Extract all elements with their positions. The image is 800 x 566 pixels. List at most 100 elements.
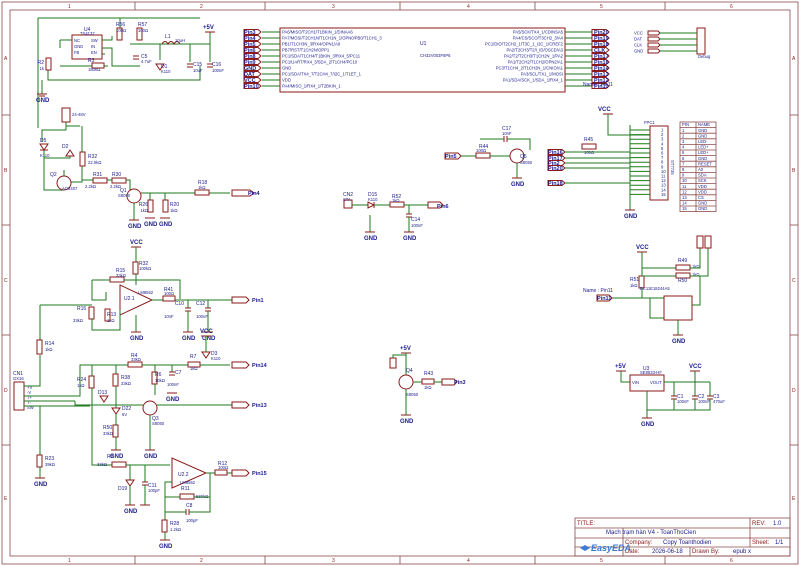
reg-5v-label: +5V	[615, 364, 626, 370]
q5-stage-block: C17 10nF R44 100Ω Q5 S8050 Pin5 GND	[444, 126, 533, 188]
r31-ref: R31	[93, 172, 102, 178]
q3-transistor[interactable]	[142, 400, 158, 416]
h1-label: Debug	[698, 54, 711, 59]
l1-ref: L1	[165, 34, 171, 40]
debug-net-port[interactable]	[647, 48, 661, 54]
u4-pin-in: IN	[91, 44, 95, 49]
mcu-block: U1 CH32V003F6P6 PA6/MISO/T2CH1/T1BKIN_1/…	[243, 27, 613, 93]
pin6-net-label: Pin6	[437, 204, 449, 210]
gnd-symbol-r28: GND	[159, 539, 173, 550]
r4-val: 33kΩ	[131, 357, 141, 362]
r4-resistor[interactable]	[127, 361, 143, 368]
d5-ref: D5	[40, 138, 47, 144]
h1-connector[interactable]	[696, 27, 706, 55]
svg-text:GND: GND	[159, 222, 173, 228]
r16-val: 33kΩ	[73, 318, 83, 323]
r30-resistor[interactable]	[111, 177, 127, 184]
r44-resistor[interactable]	[475, 152, 491, 159]
lcd-table-cell-name: GND	[698, 156, 707, 161]
r57-val: 100Ω	[138, 28, 148, 33]
pin11-net-label: Pin11	[597, 296, 611, 302]
c8-ref: C8	[186, 503, 193, 509]
debug-net-label: DAT	[634, 37, 643, 42]
r41-val: 100Ω	[164, 291, 174, 296]
debug-net-port[interactable]	[647, 42, 661, 48]
r12-resistor[interactable]	[214, 469, 228, 476]
d5-diode[interactable]	[39, 143, 49, 151]
lcd-table-cell-pin: 15	[682, 206, 687, 211]
lcd-table-cell-name: GND	[698, 201, 707, 206]
pin1-net-port[interactable]	[231, 296, 250, 304]
r14-resistor[interactable]	[36, 339, 43, 355]
r32b-resistor[interactable]	[132, 261, 139, 275]
pin13-net-port[interactable]	[231, 401, 250, 409]
r45-resistor[interactable]	[581, 143, 597, 150]
pin15-net-port[interactable]	[231, 469, 250, 477]
r50-val: 33kΩ	[103, 431, 113, 436]
gnd-symbol-q5: GND	[511, 177, 525, 188]
cn1-connector[interactable]	[13, 381, 25, 411]
r11-resistor[interactable]	[179, 493, 195, 500]
lcd-table-cell-pin: 2	[682, 133, 685, 138]
col-label-4-bottom: 4	[467, 558, 470, 564]
encoder-pin-a[interactable]	[696, 235, 704, 249]
debug-net-port[interactable]	[647, 30, 661, 36]
r41-resistor[interactable]	[162, 295, 176, 302]
gnd-symbol-r26: GND	[144, 217, 158, 228]
q4-diode[interactable]	[389, 357, 397, 369]
gnd-symbol-d19: GND	[124, 504, 138, 515]
d22-zener[interactable]	[111, 407, 121, 415]
encoder-pin-b[interactable]	[704, 235, 712, 249]
lcd-table-cell-name: SCK	[698, 178, 707, 183]
rev-value: 1.0	[773, 521, 782, 527]
svg-text:GND: GND	[511, 182, 525, 188]
encoder-vcc-label: VCC	[636, 245, 649, 251]
col-label-2: 2	[200, 4, 203, 10]
pin14-net-port[interactable]	[231, 361, 250, 369]
svg-text:GND: GND	[36, 98, 50, 104]
r43-resistor[interactable]	[421, 378, 435, 385]
r8-resistor[interactable]	[111, 461, 127, 468]
d13-diode[interactable]	[99, 395, 109, 403]
r2-val: 1k	[40, 66, 45, 71]
r51-val: 1kΩ	[630, 283, 638, 288]
lcd-table-cell-name: VDD	[698, 184, 707, 189]
encoder-body[interactable]	[663, 295, 693, 321]
drawn-label: Drawn By:	[692, 549, 720, 555]
r43-ref: R43	[424, 371, 433, 377]
debug-net-port[interactable]	[647, 36, 661, 42]
d15-diode[interactable]	[367, 201, 376, 209]
svg-text:GND: GND	[182, 336, 196, 342]
lcd-net-label: Pin20	[548, 166, 563, 172]
r43-val: 1kΩ	[424, 385, 432, 390]
r2-resistor[interactable]	[45, 57, 52, 71]
r26-resistor[interactable]	[147, 199, 154, 213]
lcd-table-cell-name: GND	[698, 206, 707, 211]
d22-val: 6V	[122, 412, 127, 417]
r28-resistor[interactable]	[161, 519, 168, 533]
lcd-table-cell-pin: 9	[682, 173, 685, 178]
r31-resistor[interactable]	[92, 177, 108, 184]
r18-resistor[interactable]	[194, 189, 210, 196]
h2-connector[interactable]	[61, 107, 71, 123]
d19-diode[interactable]	[125, 479, 135, 487]
svg-text:GND: GND	[672, 339, 686, 345]
company-value: Copy Toanthodien	[663, 540, 711, 546]
d2-zener[interactable]	[65, 149, 75, 157]
r16-resistor[interactable]	[88, 306, 95, 320]
r20-resistor[interactable]	[162, 199, 169, 213]
r38-resistor[interactable]	[112, 373, 119, 387]
r24-resistor[interactable]	[88, 375, 95, 389]
r32-resistor[interactable]	[79, 151, 86, 167]
d3-diode[interactable]	[201, 351, 211, 359]
r50-resistor[interactable]	[112, 424, 119, 438]
r8-ref: R8	[107, 454, 114, 460]
gnd-symbol-q1: GND	[128, 219, 142, 230]
mcu-left-pin-name: PA4/MISO_1/RX4_1/T2BKIN_1	[282, 84, 341, 89]
r49-resistor[interactable]	[675, 264, 691, 271]
h2-label: 24-48V	[72, 112, 86, 117]
d3-val: K110	[211, 356, 221, 361]
r23-resistor[interactable]	[36, 454, 43, 468]
q4-transistor[interactable]	[398, 374, 414, 390]
gnd-symbol-c14: GND	[403, 231, 417, 242]
